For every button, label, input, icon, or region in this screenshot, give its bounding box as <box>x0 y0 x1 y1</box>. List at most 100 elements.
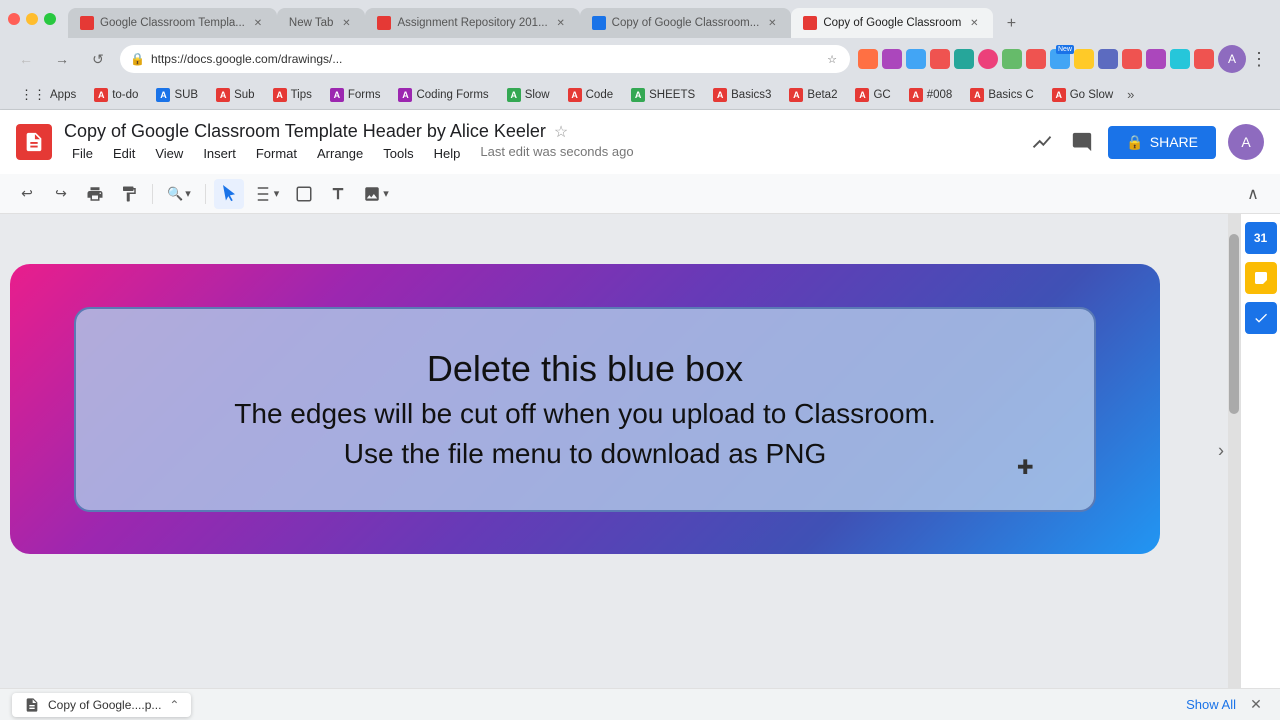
ext-icon-2[interactable] <box>882 49 902 69</box>
menu-format[interactable]: Format <box>248 144 305 163</box>
print-button[interactable] <box>80 179 110 209</box>
activity-dashboard-icon[interactable] <box>1028 128 1056 156</box>
bookmark-sub1[interactable]: A SUB <box>148 85 206 105</box>
line-tool-button[interactable]: ▾ <box>248 179 286 209</box>
menu-arrange[interactable]: Arrange <box>309 144 371 163</box>
ext-icon-12[interactable] <box>1146 49 1166 69</box>
bookmark-008[interactable]: A #008 <box>901 85 961 105</box>
favorite-star-icon[interactable]: ☆ <box>554 122 568 142</box>
refresh-button[interactable]: ↺ <box>84 45 112 73</box>
show-all-downloads-link[interactable]: Show All <box>1186 697 1236 712</box>
scroll-right-arrow[interactable]: › <box>1218 441 1224 462</box>
browser-tab-4[interactable]: Copy of Google Classroom... ✕ <box>580 8 792 38</box>
bookmark-basics3[interactable]: A Basics3 <box>705 85 779 105</box>
ext-icon-8[interactable] <box>1026 49 1046 69</box>
tab-close-1[interactable]: ✕ <box>251 16 265 30</box>
calendar-icon[interactable]: 31 <box>1245 222 1277 254</box>
bookmark-forms[interactable]: A Forms <box>322 85 389 105</box>
minimize-window-button[interactable] <box>26 13 38 25</box>
ext-icon-4[interactable] <box>930 49 950 69</box>
menu-edit[interactable]: Edit <box>105 144 143 163</box>
bookmark-slow[interactable]: A Slow <box>499 85 558 105</box>
close-window-button[interactable] <box>8 13 20 25</box>
tab-close-5[interactable]: ✕ <box>967 16 981 30</box>
zoom-button[interactable]: 🔍 ▾ <box>161 179 197 209</box>
share-label: SHARE <box>1150 134 1198 150</box>
image-tool-button[interactable]: ▾ <box>357 179 395 209</box>
tab-close-4[interactable]: ✕ <box>765 16 779 30</box>
bookmark-coding-forms[interactable]: A Coding Forms <box>390 85 496 105</box>
bookmark-tips[interactable]: A Tips <box>265 85 320 105</box>
browser-tab-5[interactable]: Copy of Google Classroom ✕ <box>791 8 993 38</box>
browser-tab-2[interactable]: New Tab ✕ <box>277 8 366 38</box>
blue-box-line1: Delete this blue box <box>427 348 743 390</box>
menu-insert[interactable]: Insert <box>195 144 244 163</box>
browser-tab-1[interactable]: Google Classroom Templa... ✕ <box>68 8 277 38</box>
paint-format-button[interactable] <box>114 179 144 209</box>
bookmarks-more-button[interactable]: » <box>1123 87 1138 102</box>
ext-icon-7[interactable] <box>1002 49 1022 69</box>
last-edit-status: Last edit was seconds ago <box>480 144 633 163</box>
bookmark-beta2[interactable]: A Beta2 <box>781 85 845 105</box>
ext-icon-13[interactable] <box>1170 49 1190 69</box>
shape-tool-button[interactable] <box>289 179 319 209</box>
menu-tools[interactable]: Tools <box>375 144 421 163</box>
bookmark-basicsc[interactable]: A Basics C <box>962 85 1041 105</box>
address-bar[interactable]: 🔒 https://docs.google.com/drawings/... ☆ <box>120 45 850 73</box>
bookmark-apps[interactable]: ⋮⋮ Apps <box>12 84 84 106</box>
menu-help[interactable]: Help <box>426 144 469 163</box>
ext-icon-new[interactable]: New <box>1050 49 1070 69</box>
bookmark-icon-gc: A <box>855 88 869 102</box>
bookmark-label-gc: GC <box>873 89 890 101</box>
bookmark-gc[interactable]: A GC <box>847 85 898 105</box>
bookmark-label-todo: to-do <box>112 89 138 101</box>
tasks-icon[interactable] <box>1245 302 1277 334</box>
canvas-area[interactable]: Delete this blue box The edges will be c… <box>0 214 1240 688</box>
gradient-header-shape[interactable]: Delete this blue box The edges will be c… <box>10 264 1160 554</box>
bookmark-goslow[interactable]: A Go Slow <box>1044 85 1121 105</box>
ext-icon-3[interactable] <box>906 49 926 69</box>
ext-icon-14[interactable] <box>1194 49 1214 69</box>
share-button[interactable]: 🔒 SHARE <box>1108 126 1216 159</box>
profile-avatar[interactable]: A <box>1218 45 1246 73</box>
bookmark-label-code: Code <box>586 89 614 101</box>
tab-close-3[interactable]: ✕ <box>554 16 568 30</box>
bookmark-sheets[interactable]: A SHEETS <box>623 85 703 105</box>
menu-view[interactable]: View <box>147 144 191 163</box>
bookmark-todo[interactable]: A to-do <box>86 85 146 105</box>
ext-icon-10[interactable] <box>1098 49 1118 69</box>
close-download-bar-button[interactable]: ✕ <box>1244 693 1268 717</box>
user-avatar[interactable]: A <box>1228 124 1264 160</box>
vertical-scrollbar[interactable] <box>1228 214 1240 688</box>
docs-toolbar: ↩ ↪ 🔍 ▾ ▾ <box>0 174 1280 214</box>
forward-button[interactable]: → <box>48 45 76 73</box>
blue-instruction-box[interactable]: Delete this blue box The edges will be c… <box>74 307 1095 512</box>
zoom-level-text: 🔍 <box>167 186 183 202</box>
menu-file[interactable]: File <box>64 144 101 163</box>
ext-icon-5[interactable] <box>954 49 974 69</box>
ext-icon-6[interactable] <box>978 49 998 69</box>
download-chevron-icon[interactable]: ⌃ <box>169 698 179 712</box>
bookmark-sub2[interactable]: A Sub <box>208 85 262 105</box>
ext-icon-11[interactable] <box>1122 49 1142 69</box>
select-tool-button[interactable] <box>214 179 244 209</box>
line-dropdown-icon: ▾ <box>274 187 280 200</box>
scrollbar-thumb[interactable] <box>1229 234 1239 414</box>
new-tab-button[interactable]: + <box>997 10 1025 38</box>
tab-close-2[interactable]: ✕ <box>339 16 353 30</box>
redo-button[interactable]: ↪ <box>46 179 76 209</box>
bookmark-code[interactable]: A Code <box>560 85 622 105</box>
download-notification: Copy of Google....p... ⌃ <box>12 693 191 717</box>
maximize-window-button[interactable] <box>44 13 56 25</box>
star-icon[interactable]: ☆ <box>824 51 840 67</box>
collapse-toolbar-button[interactable]: ∧ <box>1238 179 1268 209</box>
sticky-note-icon[interactable] <box>1245 262 1277 294</box>
text-tool-button[interactable] <box>323 179 353 209</box>
browser-tab-3[interactable]: Assignment Repository 201... ✕ <box>365 8 579 38</box>
back-button[interactable]: ← <box>12 45 40 73</box>
undo-button[interactable]: ↩ <box>12 179 42 209</box>
chrome-menu-button[interactable]: ⋮ <box>1250 49 1268 70</box>
ext-icon-9[interactable] <box>1074 49 1094 69</box>
comments-icon[interactable] <box>1068 128 1096 156</box>
ext-icon-1[interactable] <box>858 49 878 69</box>
